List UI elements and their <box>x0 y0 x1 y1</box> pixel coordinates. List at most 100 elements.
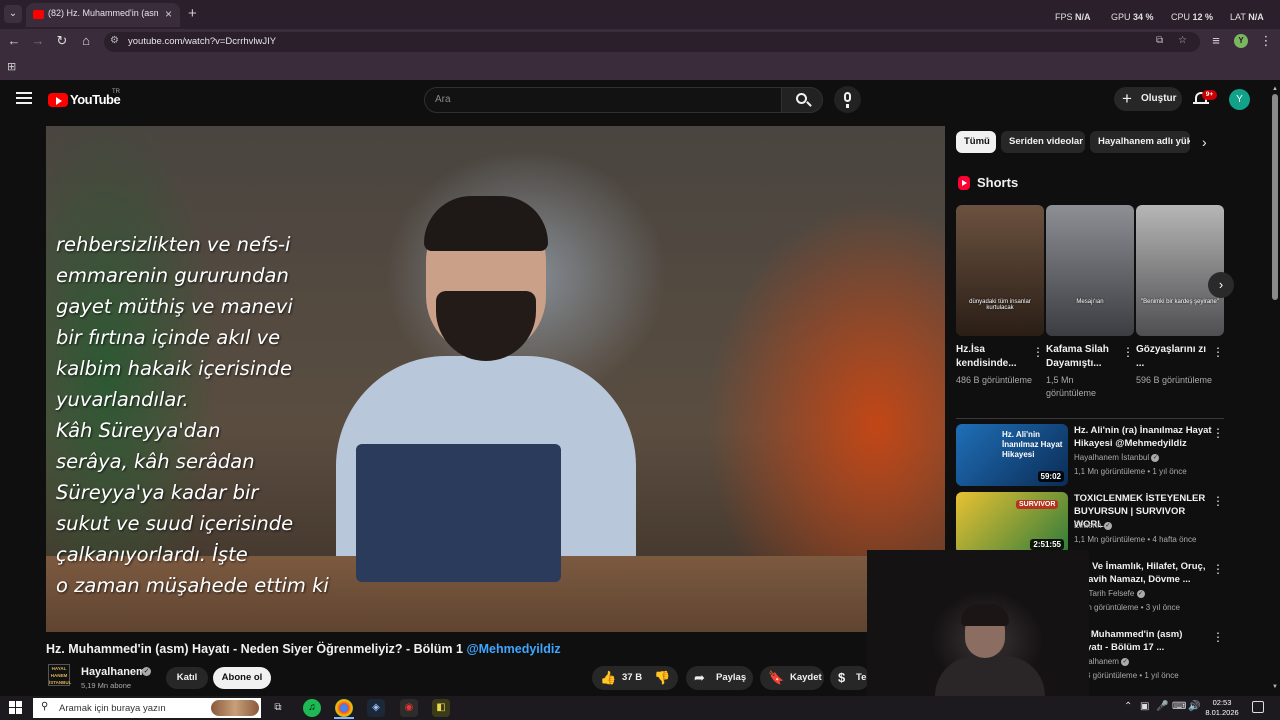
like-count[interactable]: 37 B <box>622 666 642 690</box>
forward-icon[interactable]: → <box>30 33 46 48</box>
recommended-thumbnail[interactable]: Hz. Ali'nin İnanılmaz Hayat Hikayesi 59:… <box>956 424 1068 486</box>
shorts-heading: Shorts <box>977 175 1019 190</box>
browser-tab[interactable]: (82) Hz. Muhammed'in (asm) Hayatı - Nede… <box>26 3 180 27</box>
tray-app-icon[interactable]: ▣ <box>1140 701 1149 712</box>
scroll-up-arrow-icon[interactable]: ▲ <box>1272 86 1278 92</box>
notification-center-icon[interactable] <box>1252 701 1264 713</box>
task-view-icon[interactable]: ⧉ <box>269 699 287 717</box>
short-title[interactable]: Kafama Silah Dayamıştı... <box>1046 343 1118 371</box>
account-avatar[interactable]: Y <box>1229 89 1250 110</box>
voice-search-button[interactable] <box>834 86 861 113</box>
short-views: 1,5 Mn görüntüleme <box>1046 375 1097 398</box>
join-button[interactable]: Katıl <box>166 667 208 689</box>
chrome-icon[interactable] <box>335 699 353 717</box>
recommended-meta: 1,1 Mn görüntüleme • 4 hafta önce <box>1074 535 1197 544</box>
recommended-title[interactable]: Hz. Muhammed'in (asm) Hayatı - Bölüm 17 … <box>1074 628 1212 654</box>
thumbs-down-icon[interactable]: 👎 <box>654 666 670 690</box>
bookmark-star-icon[interactable]: ☆ <box>1178 35 1187 46</box>
browser-profile-avatar[interactable]: Y <box>1234 34 1248 48</box>
menu-icon[interactable] <box>16 92 32 104</box>
page-scrollbar[interactable]: ▲ ▼ <box>1270 80 1280 696</box>
more-vert-icon[interactable]: ⋮ <box>1212 630 1224 644</box>
channel-name[interactable]: Hayalhanem <box>81 666 146 678</box>
site-info-icon[interactable]: ⚙ <box>110 35 119 46</box>
more-vert-icon[interactable]: ⋮ <box>1212 345 1224 359</box>
scroll-down-arrow-icon[interactable]: ▼ <box>1272 684 1278 690</box>
short-thumbnail[interactable]: "Benimki bir kardeş şeyirane" <box>1136 205 1224 336</box>
spotify-icon[interactable]: ♫ <box>303 699 321 717</box>
more-vert-icon[interactable]: ⋮ <box>1122 345 1134 359</box>
notification-badge: 9+ <box>1202 90 1217 100</box>
more-vert-icon[interactable]: ⋮ <box>1212 426 1224 440</box>
channel-avatar-text: İSTANBUL <box>49 680 72 685</box>
search-input[interactable]: Ara <box>424 87 782 113</box>
steam-icon[interactable]: ◈ <box>367 699 385 717</box>
search-icon: ⚲ <box>41 701 49 712</box>
browser-menu-icon[interactable]: ⋮ <box>1258 33 1274 49</box>
omnibox[interactable]: ⚙ youtube.com/watch?v=DcrrhvlwJIY ⧉ ☆ <box>104 32 1200 52</box>
tray-overflow-chevron-icon[interactable]: ⌃ <box>1124 701 1132 712</box>
windows-start-icon[interactable] <box>9 701 23 715</box>
recommended-channel[interactable]: Hayalhanem İstanbul ✓ <box>1074 453 1160 462</box>
chip-all[interactable]: Tümü <box>956 131 996 153</box>
recommended-meta: 55 B görüntüleme • 1 yıl önce <box>1074 671 1179 680</box>
recommended-channel[interactable]: Elraenn ✓ <box>1074 521 1112 530</box>
app-icon[interactable]: ◧ <box>432 699 450 717</box>
short-thumbnail[interactable]: Mesajı'ıan <box>1046 205 1134 336</box>
recommended-meta: 1,1 Mn görüntüleme • 1 yıl önce <box>1074 467 1187 476</box>
taskbar-clock[interactable]: 02:53 8.01.2026 <box>1204 698 1240 718</box>
save-button[interactable]: 🔖 Kaydet <box>760 666 824 690</box>
recommended-title[interactable]: Din Ve İmamlık, Hilafet, Oruç, Teravih N… <box>1074 560 1212 586</box>
share-button[interactable]: ➦ Paylaş <box>686 666 753 690</box>
create-button[interactable]: + Oluştur <box>1114 87 1182 111</box>
shorts-next-chevron-icon[interactable]: › <box>1208 272 1234 298</box>
subscribe-button[interactable]: Abone ol <box>213 667 271 689</box>
scrollbar-thumb[interactable] <box>1272 94 1278 300</box>
back-icon[interactable]: ← <box>6 33 22 48</box>
chip-series[interactable]: Seriden videolar <box>1001 131 1085 153</box>
new-tab-button[interactable]: + <box>188 5 197 22</box>
video-title-text: Hz. Muhammed'in (asm) Hayatı - Neden Siy… <box>46 642 463 656</box>
short-thumbnail[interactable]: dünyadaki tüm insanlar kurtulacak <box>956 205 1044 336</box>
subtitle-line: bir fırtına içinde akıl ve <box>56 326 281 349</box>
country-code: TR <box>112 89 120 95</box>
install-app-icon[interactable]: ⧉ <box>1156 35 1163 46</box>
thumbs-up-icon[interactable]: 👍 <box>600 666 616 690</box>
more-vert-icon[interactable]: ⋮ <box>1032 345 1044 359</box>
search-button[interactable] <box>781 87 823 113</box>
chips-next-chevron-icon[interactable]: › <box>1202 134 1207 150</box>
recommended-title[interactable]: Hz. Ali'nin (ra) İnanılmaz Hayat Hikayes… <box>1074 424 1212 450</box>
chip-uploader[interactable]: Hayalhanem adlı yükleyiciden <box>1090 131 1190 153</box>
thumbnail-text: Hz. Ali'nin İnanılmaz Hayat Hikayesi <box>1002 430 1063 459</box>
thanks-button[interactable]: $ Te <box>830 666 870 690</box>
video-player[interactable]: rehbersizlikten ve nefs-i emmarenin guru… <box>46 126 945 632</box>
reload-icon[interactable]: ↻ <box>54 33 70 49</box>
verified-check-icon: ✓ <box>1121 657 1130 666</box>
network-icon[interactable]: ⌨ <box>1172 701 1186 712</box>
recommended-video[interactable]: SURVIVOR 2:51:55 TOXICLENMEK İSTEYENLER … <box>956 492 1226 554</box>
youtube-favicon-icon <box>33 10 44 19</box>
home-icon[interactable]: ⌂ <box>78 33 94 48</box>
tab-close-icon[interactable]: × <box>165 7 172 21</box>
tab-search-chevron-icon[interactable]: ⌄ <box>4 5 22 23</box>
recommended-video[interactable]: Hz. Ali'nin İnanılmaz Hayat Hikayesi 59:… <box>956 424 1226 486</box>
taskbar-search-placeholder: Aramak için buraya yazın <box>59 703 166 714</box>
video-title-mention-link[interactable]: @Mehmedyildiz <box>466 642 560 656</box>
obs-icon[interactable]: ◉ <box>400 699 418 717</box>
short-views: 486 B görüntüleme <box>956 375 1033 385</box>
media-controls-icon[interactable]: ≡ <box>1208 33 1224 48</box>
microphone-icon[interactable]: 🎤 <box>1156 701 1168 712</box>
apps-grid-icon[interactable]: ⊞ <box>7 60 16 73</box>
channel-avatar[interactable]: HAYAL HANEM İSTANBUL <box>48 664 72 686</box>
subtitle-line: kalbim hakaik içerisinde <box>56 357 292 380</box>
volume-icon[interactable]: 🔊 <box>1188 701 1200 712</box>
more-vert-icon[interactable]: ⋮ <box>1212 562 1224 576</box>
url-text[interactable]: youtube.com/watch?v=DcrrhvlwJIY <box>128 36 276 47</box>
taskbar-search-input[interactable]: ⚲ Aramak için buraya yazın <box>33 698 261 718</box>
more-vert-icon[interactable]: ⋮ <box>1212 494 1224 508</box>
webcam-overlay <box>867 550 1089 696</box>
short-title[interactable]: Hz.İsa kendisinde... <box>956 343 1028 371</box>
recommended-thumbnail[interactable]: SURVIVOR 2:51:55 <box>956 492 1068 554</box>
short-title[interactable]: Gözyaşlarını zı ... <box>1136 343 1208 371</box>
bookmark-icon: 🔖 <box>768 670 785 685</box>
